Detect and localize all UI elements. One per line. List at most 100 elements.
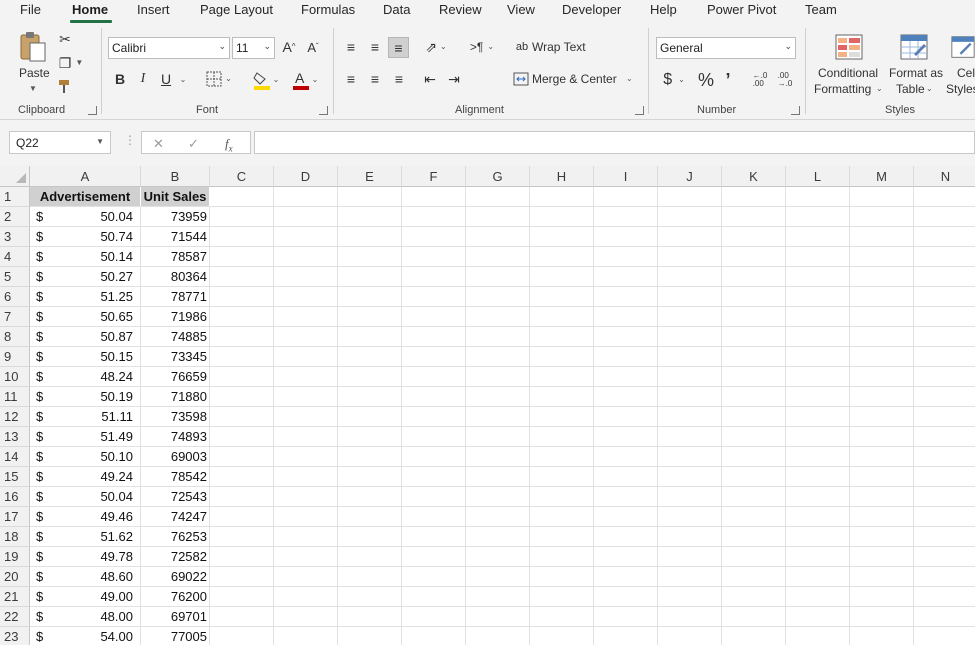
cell-b7[interactable]: 71986 bbox=[141, 307, 210, 327]
cell-g1[interactable] bbox=[466, 187, 530, 207]
cell-n3[interactable] bbox=[914, 227, 975, 247]
merge-center-icon[interactable] bbox=[512, 69, 530, 89]
cell-h14[interactable] bbox=[530, 447, 594, 467]
align-left-icon[interactable]: ≡ bbox=[341, 69, 361, 89]
cell-c23[interactable] bbox=[210, 627, 274, 645]
cell-d20[interactable] bbox=[274, 567, 338, 587]
format-painter-icon[interactable] bbox=[56, 77, 74, 95]
paste-dropdown-icon[interactable]: ▼ bbox=[29, 84, 37, 93]
cell-j15[interactable] bbox=[658, 467, 722, 487]
cell-j14[interactable] bbox=[658, 447, 722, 467]
cell-k5[interactable] bbox=[722, 267, 786, 287]
cell-f13[interactable] bbox=[402, 427, 466, 447]
cell-b9[interactable]: 73345 bbox=[141, 347, 210, 367]
row-header-10[interactable]: 10 bbox=[0, 367, 30, 387]
cell-g18[interactable] bbox=[466, 527, 530, 547]
tab-team[interactable]: Team bbox=[805, 1, 837, 19]
cell-i5[interactable] bbox=[594, 267, 658, 287]
cell-h21[interactable] bbox=[530, 587, 594, 607]
cell-f20[interactable] bbox=[402, 567, 466, 587]
cell-d21[interactable] bbox=[274, 587, 338, 607]
cell-i9[interactable] bbox=[594, 347, 658, 367]
column-header-j[interactable]: J bbox=[658, 166, 722, 187]
cell-g13[interactable] bbox=[466, 427, 530, 447]
cell-i17[interactable] bbox=[594, 507, 658, 527]
cell-d15[interactable] bbox=[274, 467, 338, 487]
name-box[interactable]: Q22 ▼ bbox=[9, 131, 111, 154]
cell-b18[interactable]: 76253 bbox=[141, 527, 210, 547]
cell-styles-label-1[interactable]: Cell bbox=[957, 66, 975, 80]
borders-icon[interactable]: ⌄ bbox=[203, 69, 235, 89]
cell-h15[interactable] bbox=[530, 467, 594, 487]
row-header-9[interactable]: 9 bbox=[0, 347, 30, 367]
cell-e13[interactable] bbox=[338, 427, 402, 447]
cell-k7[interactable] bbox=[722, 307, 786, 327]
cell-d16[interactable] bbox=[274, 487, 338, 507]
cell-h11[interactable] bbox=[530, 387, 594, 407]
cell-c9[interactable] bbox=[210, 347, 274, 367]
cell-m21[interactable] bbox=[850, 587, 914, 607]
cell-i8[interactable] bbox=[594, 327, 658, 347]
cell-a19[interactable]: $49.78 bbox=[30, 547, 141, 567]
cell-n7[interactable] bbox=[914, 307, 975, 327]
cell-e7[interactable] bbox=[338, 307, 402, 327]
cell-b10[interactable]: 76659 bbox=[141, 367, 210, 387]
cell-g2[interactable] bbox=[466, 207, 530, 227]
cell-m18[interactable] bbox=[850, 527, 914, 547]
cell-f18[interactable] bbox=[402, 527, 466, 547]
cut-icon[interactable]: ✂ bbox=[56, 30, 74, 48]
cell-k16[interactable] bbox=[722, 487, 786, 507]
row-header-18[interactable]: 18 bbox=[0, 527, 30, 547]
font-color-icon[interactable]: A ⌄ bbox=[288, 69, 322, 91]
cell-h7[interactable] bbox=[530, 307, 594, 327]
cell-a8[interactable]: $50.87 bbox=[30, 327, 141, 347]
cell-e22[interactable] bbox=[338, 607, 402, 627]
wrap-text-icon[interactable]: ab bbox=[514, 37, 530, 57]
cell-j5[interactable] bbox=[658, 267, 722, 287]
decrease-indent-icon[interactable]: ⇤ bbox=[420, 69, 440, 89]
cell-h18[interactable] bbox=[530, 527, 594, 547]
cell-a22[interactable]: $48.00 bbox=[30, 607, 141, 627]
tab-file[interactable]: File bbox=[20, 1, 41, 19]
underline-dropdown-icon[interactable]: ⌄ bbox=[178, 73, 188, 87]
cell-m8[interactable] bbox=[850, 327, 914, 347]
cell-k23[interactable] bbox=[722, 627, 786, 645]
table-header-advertisement[interactable]: Advertisement bbox=[30, 187, 141, 207]
cell-i19[interactable] bbox=[594, 547, 658, 567]
cell-e6[interactable] bbox=[338, 287, 402, 307]
cell-c12[interactable] bbox=[210, 407, 274, 427]
cell-j17[interactable] bbox=[658, 507, 722, 527]
cell-l14[interactable] bbox=[786, 447, 850, 467]
cell-k8[interactable] bbox=[722, 327, 786, 347]
cell-l8[interactable] bbox=[786, 327, 850, 347]
row-header-2[interactable]: 2 bbox=[0, 207, 30, 227]
cell-e5[interactable] bbox=[338, 267, 402, 287]
cell-k14[interactable] bbox=[722, 447, 786, 467]
paste-label[interactable]: Paste bbox=[19, 66, 50, 80]
cell-b21[interactable]: 76200 bbox=[141, 587, 210, 607]
text-direction-icon[interactable]: >¶ ⌄ bbox=[466, 37, 498, 57]
cell-m22[interactable] bbox=[850, 607, 914, 627]
cell-i16[interactable] bbox=[594, 487, 658, 507]
cell-l17[interactable] bbox=[786, 507, 850, 527]
conditional-formatting-icon[interactable] bbox=[834, 32, 864, 62]
cell-d14[interactable] bbox=[274, 447, 338, 467]
cell-l9[interactable] bbox=[786, 347, 850, 367]
cell-l23[interactable] bbox=[786, 627, 850, 645]
more-options-icon[interactable]: ⋮ bbox=[124, 133, 136, 147]
cell-l13[interactable] bbox=[786, 427, 850, 447]
cell-n15[interactable] bbox=[914, 467, 975, 487]
align-right-icon[interactable]: ≡ bbox=[389, 69, 409, 89]
cell-b20[interactable]: 69022 bbox=[141, 567, 210, 587]
format-as-table-label-1[interactable]: Format as bbox=[889, 66, 943, 80]
column-header-l[interactable]: L bbox=[786, 166, 850, 187]
merge-dropdown-icon[interactable]: ⌄ bbox=[626, 74, 633, 83]
cell-k22[interactable] bbox=[722, 607, 786, 627]
cell-d18[interactable] bbox=[274, 527, 338, 547]
cell-i12[interactable] bbox=[594, 407, 658, 427]
cell-n17[interactable] bbox=[914, 507, 975, 527]
cell-d9[interactable] bbox=[274, 347, 338, 367]
cell-j8[interactable] bbox=[658, 327, 722, 347]
row-header-19[interactable]: 19 bbox=[0, 547, 30, 567]
cell-g23[interactable] bbox=[466, 627, 530, 645]
